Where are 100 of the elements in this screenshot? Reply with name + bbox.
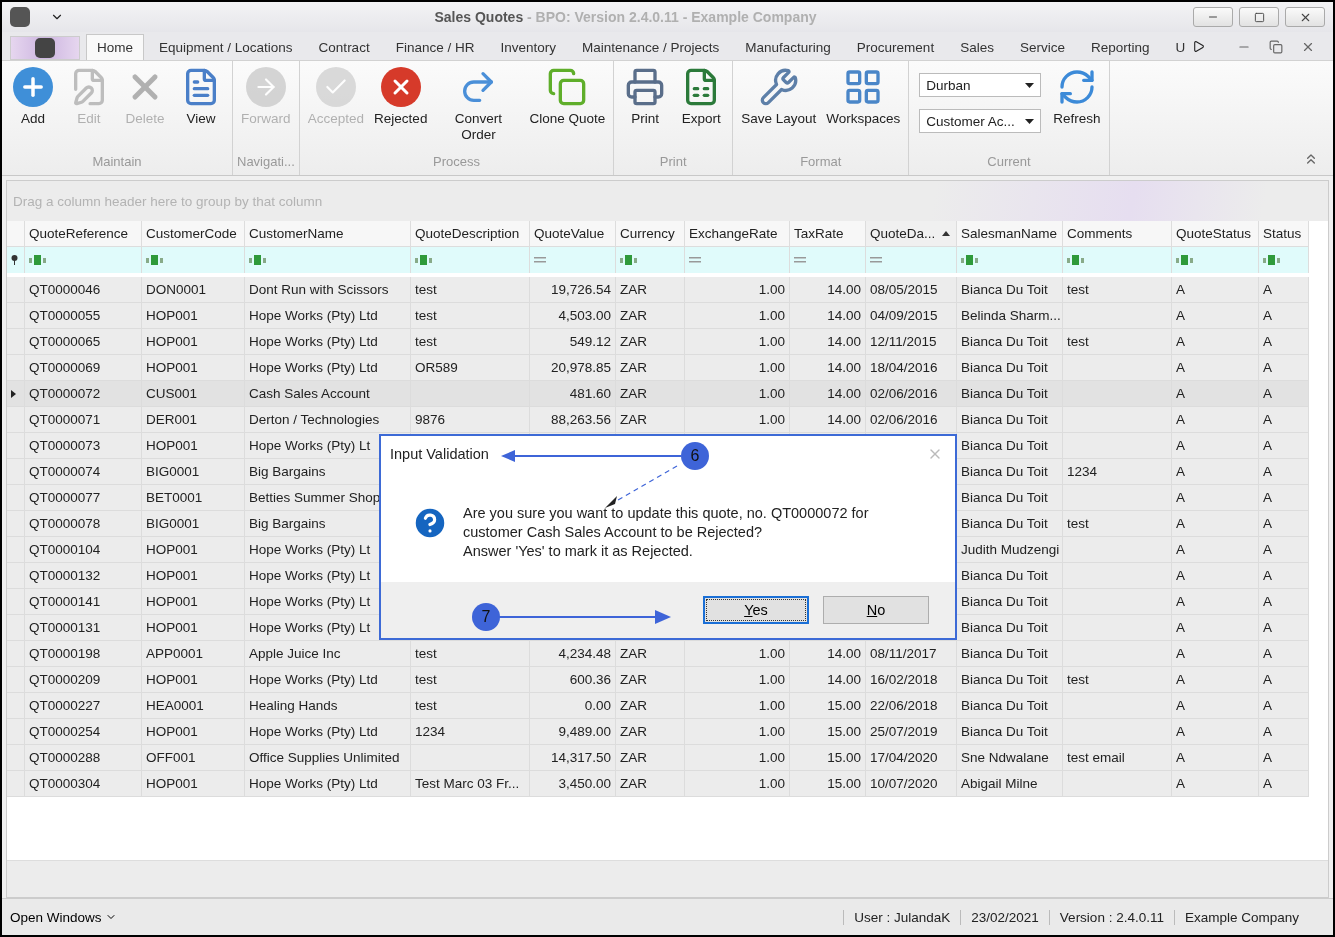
- ribbon-tab[interactable]: Maintenance / Projects: [570, 34, 731, 60]
- table-cell: HOP001: [142, 537, 245, 563]
- column-header[interactable]: Comments: [1063, 221, 1172, 247]
- filter-cell[interactable]: [142, 247, 245, 273]
- column-header[interactable]: Status: [1259, 221, 1309, 247]
- filter-cell[interactable]: [866, 247, 957, 273]
- ribbon-tab[interactable]: Home: [86, 34, 144, 60]
- ribbon-button[interactable]: Rejected: [370, 65, 432, 129]
- ribbon-tab[interactable]: Procurement: [845, 34, 946, 60]
- window-title: Sales Quotes - BPO: Version 2.4.0.11 - Example Company: [433, 9, 818, 25]
- ribbon-tab[interactable]: Sales: [949, 34, 1005, 60]
- row-indicator[interactable]: [7, 381, 25, 407]
- selection-dropdown[interactable]: Customer Ac...: [919, 109, 1042, 133]
- column-header[interactable]: CustomerName: [245, 221, 411, 247]
- table-cell: A: [1172, 303, 1259, 329]
- column-header[interactable]: QuoteDa...: [866, 221, 957, 247]
- application-menu-button[interactable]: [10, 36, 80, 60]
- table-cell: QT0000072: [25, 381, 142, 407]
- table-cell: 88,263.56: [530, 407, 616, 433]
- column-header[interactable]: TaxRate: [790, 221, 866, 247]
- table-cell: 1.00: [685, 329, 790, 355]
- open-windows-button[interactable]: Open Windows: [10, 909, 117, 925]
- column-header[interactable]: Currency: [616, 221, 685, 247]
- table-cell: Abigail Milne: [957, 771, 1063, 797]
- filter-cell[interactable]: [530, 247, 616, 273]
- table-cell: 15.00: [790, 719, 866, 745]
- filter-cell[interactable]: [411, 247, 530, 273]
- ribbon-button[interactable]: Refresh: [1049, 65, 1105, 129]
- table-cell: 15.00: [790, 771, 866, 797]
- table-cell: Bianca Du Toit: [957, 329, 1063, 355]
- ribbon-button[interactable]: Clone Quote: [525, 65, 610, 129]
- dialog-button[interactable]: No: [823, 596, 929, 624]
- filter-cell[interactable]: [1063, 247, 1172, 273]
- filter-cell[interactable]: [790, 247, 866, 273]
- table-cell: DER001: [142, 407, 245, 433]
- column-header[interactable]: SalesmanName: [957, 221, 1063, 247]
- ribbon-tab[interactable]: U: [1164, 34, 1197, 60]
- restore-icon[interactable]: [1269, 40, 1283, 54]
- table-cell: A: [1172, 615, 1259, 641]
- table-cell: 1.00: [685, 407, 790, 433]
- table-cell: BIG0001: [142, 459, 245, 485]
- column-header[interactable]: QuoteDescription: [411, 221, 530, 247]
- text-filter-icon: [1263, 255, 1281, 265]
- ribbon-tab[interactable]: Finance / HR: [384, 34, 486, 60]
- scroll-right-icon[interactable]: [1192, 40, 1206, 53]
- table-cell: test: [1063, 329, 1172, 355]
- table-cell: 14.00: [790, 641, 866, 667]
- filter-cell[interactable]: [25, 247, 142, 273]
- table-cell: 20,978.85: [530, 355, 616, 381]
- table-cell: DON0001: [142, 277, 245, 303]
- column-header[interactable]: CustomerCode: [142, 221, 245, 247]
- table-cell: OFF001: [142, 745, 245, 771]
- ribbon-button[interactable]: Workspaces: [822, 65, 905, 129]
- minimize-button[interactable]: [1193, 7, 1233, 27]
- table-cell: QT0000074: [25, 459, 142, 485]
- table-cell: A: [1172, 329, 1259, 355]
- filter-cell[interactable]: [1172, 247, 1259, 273]
- ribbon-button[interactable]: Save Layout: [737, 65, 821, 129]
- ribbon-tab[interactable]: Contract: [307, 34, 381, 60]
- table-cell: A: [1172, 693, 1259, 719]
- filter-cell[interactable]: [957, 247, 1063, 273]
- reject-icon: [380, 67, 421, 107]
- ribbon-button[interactable]: Print: [618, 65, 673, 129]
- filter-cell[interactable]: [245, 247, 411, 273]
- table-cell: Office Supplies Unlimited: [245, 745, 411, 771]
- table-cell: 1.00: [685, 693, 790, 719]
- ribbon-button[interactable]: Export: [674, 65, 729, 129]
- table-cell: 14.00: [790, 381, 866, 407]
- table-cell: HEA0001: [142, 693, 245, 719]
- table-cell: A: [1259, 303, 1309, 329]
- ribbon-tab[interactable]: Manufacturing: [734, 34, 842, 60]
- ribbon-tab[interactable]: Inventory: [489, 34, 567, 60]
- close-icon[interactable]: [1301, 40, 1315, 54]
- column-header[interactable]: ExchangeRate: [685, 221, 790, 247]
- ribbon-button[interactable]: View: [174, 65, 228, 129]
- column-header[interactable]: QuoteReference: [25, 221, 142, 247]
- table-cell: 9,489.00: [530, 719, 616, 745]
- selection-dropdown[interactable]: Durban: [919, 73, 1042, 97]
- table-cell: Bianca Du Toit: [957, 667, 1063, 693]
- ribbon-tab[interactable]: Service: [1008, 34, 1076, 60]
- table-cell: A: [1259, 407, 1309, 433]
- filter-cell[interactable]: [616, 247, 685, 273]
- filter-cell[interactable]: [1259, 247, 1309, 273]
- table-cell: ZAR: [616, 745, 685, 771]
- ribbon-tab[interactable]: Equipment / Locations: [148, 34, 304, 60]
- table-cell: ZAR: [616, 381, 685, 407]
- ribbon-button[interactable]: Add: [6, 65, 60, 129]
- ribbon-tab[interactable]: Reporting: [1079, 34, 1161, 60]
- table-cell: ZAR: [616, 641, 685, 667]
- dialog-button[interactable]: Yes: [703, 596, 809, 624]
- table-cell: 1.00: [685, 771, 790, 797]
- column-header[interactable]: QuoteValue: [530, 221, 616, 247]
- group-label: Current: [986, 153, 1032, 171]
- column-header[interactable]: QuoteStatus: [1172, 221, 1259, 247]
- table-cell: 15.00: [790, 693, 866, 719]
- table-cell: QT0000141: [25, 589, 142, 615]
- maximize-button[interactable]: [1239, 7, 1279, 27]
- filter-cell[interactable]: [685, 247, 790, 273]
- ribbon-button[interactable]: Convert Order: [433, 65, 524, 145]
- close-button[interactable]: [1285, 7, 1325, 27]
